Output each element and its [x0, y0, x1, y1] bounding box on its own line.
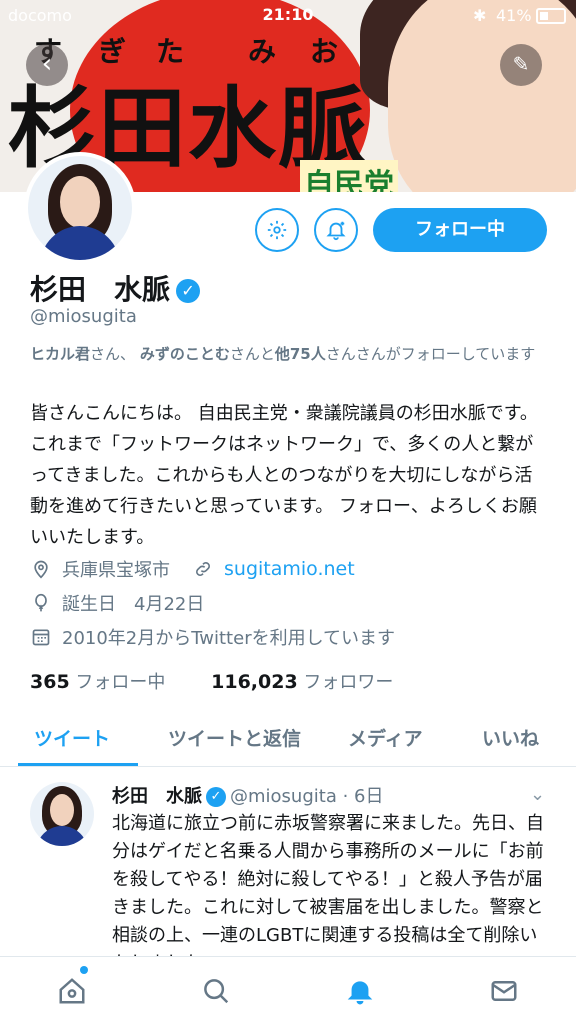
notification-bell-icon	[326, 221, 346, 241]
nav-search[interactable]	[196, 971, 236, 1011]
location-pin-icon	[30, 558, 52, 580]
tab-likes[interactable]: いいね	[482, 724, 539, 751]
birthday-row: 誕生日 4月22日	[30, 590, 204, 616]
nav-notifications[interactable]	[340, 971, 380, 1011]
battery-percent: 41%	[496, 6, 532, 25]
followed-by-tail: さんさんがフォローしています	[325, 345, 536, 363]
back-button[interactable]: ‹	[26, 44, 68, 86]
location-row: 兵庫県宝塚市 sugitamio.net	[30, 556, 355, 582]
home-unread-dot	[80, 966, 88, 974]
settings-gear-icon	[267, 220, 287, 240]
followers-label: フォロワー	[303, 672, 394, 693]
followed-by-sep-2: さんと	[229, 345, 275, 363]
tweet-avatar-face	[50, 794, 74, 826]
status-bar: docomo 21:10 ✱ 41%	[0, 0, 576, 30]
active-tab-indicator	[18, 763, 138, 766]
followed-by-others[interactable]: 他75人	[275, 345, 326, 363]
follow-counts: 365 フォロー中 116,023 フォロワー	[30, 668, 393, 694]
followers-count-link[interactable]: 116,023 フォロワー	[211, 671, 394, 693]
tweet-verified-icon: ✓	[206, 787, 226, 807]
calendar-icon	[30, 626, 52, 648]
home-icon	[59, 978, 85, 1004]
tab-tweets[interactable]: ツイート	[34, 724, 110, 751]
tweet-avatar[interactable]	[30, 782, 94, 846]
tweet-text: 北海道に旅立つ前に赤坂警察署に来ました。先日、自分はゲイだと名乗る人間から事務所…	[112, 813, 544, 958]
profile-tabs: ツイート ツイートと返信 メディア いいね	[0, 712, 576, 767]
following-count-link[interactable]: 365 フォロー中	[30, 671, 166, 693]
following-button[interactable]: フォロー中	[373, 208, 547, 252]
following-count: 365	[30, 671, 70, 693]
profile-bio: 皆さんこんにちは。 自由民主党・衆議院議員の杉田水脈です。 これまで「フットワー…	[30, 403, 538, 548]
notifications-toggle-button[interactable]	[314, 208, 358, 252]
compose-button[interactable]: ✎	[500, 44, 542, 86]
nav-home[interactable]	[52, 971, 92, 1011]
banner-party-text: 自民党	[300, 160, 398, 192]
compose-icon: ✎	[512, 52, 530, 76]
tab-media[interactable]: メディア	[348, 724, 423, 751]
joined-text: 2010年2月からTwitterを利用しています	[62, 628, 396, 649]
followed-by-user-2[interactable]: みずのことむ	[140, 345, 230, 363]
bluetooth-icon: ✱	[473, 6, 487, 25]
profile-avatar[interactable]	[24, 152, 136, 264]
profile-name: 杉田 水脈 ✓	[30, 268, 201, 308]
profile-handle: @miosugita	[30, 306, 137, 327]
tweet-handle-time: @miosugita · 6日	[230, 786, 384, 807]
back-arrow-icon: ‹	[41, 49, 53, 79]
avatar-face	[60, 176, 100, 228]
tweet-author-name: 杉田 水脈	[112, 786, 202, 807]
battery-icon	[536, 8, 566, 24]
joined-row: 2010年2月からTwitterを利用しています	[30, 624, 395, 650]
balloon-icon	[30, 592, 52, 614]
link-icon	[192, 558, 214, 580]
notifications-icon	[347, 981, 373, 1005]
messages-icon	[491, 981, 517, 1001]
nav-messages[interactable]	[484, 971, 524, 1011]
followers-count: 116,023	[211, 671, 298, 693]
birthday-text: 誕生日 4月22日	[62, 594, 205, 615]
followed-by-text[interactable]: ヒカル君さん、 みずのことむさんと他75人さんさんがフォローしています	[30, 342, 550, 367]
search-icon	[204, 979, 229, 1004]
website-link[interactable]: sugitamio.net	[224, 558, 355, 580]
tab-tweets-replies[interactable]: ツイートと返信	[168, 724, 301, 751]
tweet-header: 杉田 水脈 ✓ @miosugita · 6日	[112, 782, 383, 808]
following-label: フォロー中	[75, 672, 166, 693]
tweet-menu-chevron-icon[interactable]: ⌄	[530, 784, 545, 805]
followed-by-user-1[interactable]: ヒカル君	[30, 345, 90, 363]
followed-by-sep-1: さん、	[90, 345, 136, 363]
verified-badge-icon: ✓	[176, 279, 201, 303]
tweet-avatar-body	[36, 826, 88, 846]
tweet-item[interactable]: 杉田 水脈 ✓ @miosugita · 6日 ⌄ 北海道に旅立つ前に赤坂警察署に来…	[0, 768, 576, 958]
location-text: 兵庫県宝塚市	[62, 560, 170, 581]
settings-button[interactable]	[255, 208, 299, 252]
clock: 21:10	[262, 5, 314, 24]
profile-name-text: 杉田 水脈	[30, 273, 171, 306]
